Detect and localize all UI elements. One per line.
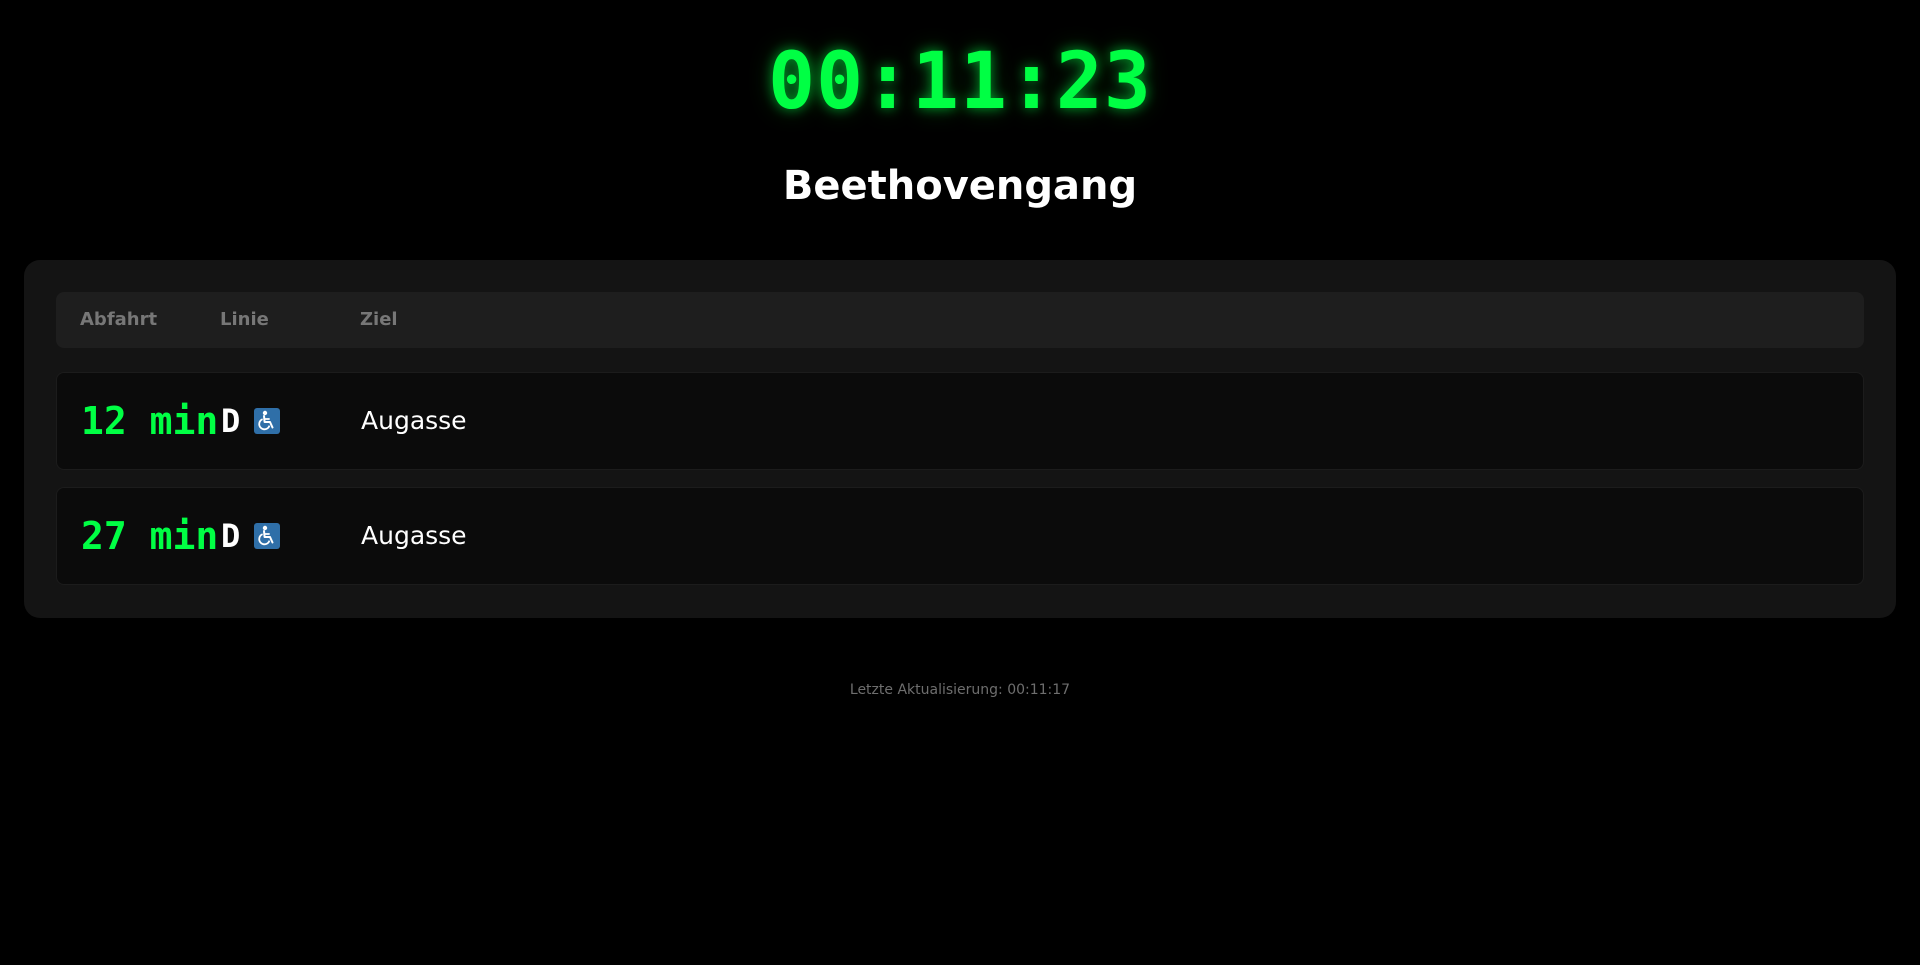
- header-ziel: Ziel: [360, 309, 398, 330]
- station-name: Beethovengang: [782, 163, 1138, 209]
- line-number: D: [221, 517, 241, 555]
- header-abfahrt: Abfahrt: [80, 309, 158, 330]
- clock: 00:11:23: [768, 37, 1152, 127]
- table-header: Abfahrt Linie Ziel: [56, 292, 1864, 348]
- departure-time: 27 min: [81, 514, 219, 558]
- wheelchair-icon: [254, 408, 280, 434]
- line-number: D: [221, 402, 241, 440]
- departure-row: 12 min D Augasse: [56, 372, 1864, 470]
- departure-row: 27 min D Augasse: [56, 487, 1864, 585]
- departure-board: Abfahrt Linie Ziel 12 min D Augasse 27 m…: [24, 260, 1896, 618]
- last-update: Letzte Aktualisierung: 00:11:17: [849, 682, 1071, 698]
- destination: Augasse: [361, 406, 467, 435]
- header-linie: Linie: [220, 309, 269, 330]
- departure-time: 12 min: [81, 399, 219, 443]
- destination: Augasse: [361, 521, 467, 550]
- wheelchair-icon: [254, 523, 280, 549]
